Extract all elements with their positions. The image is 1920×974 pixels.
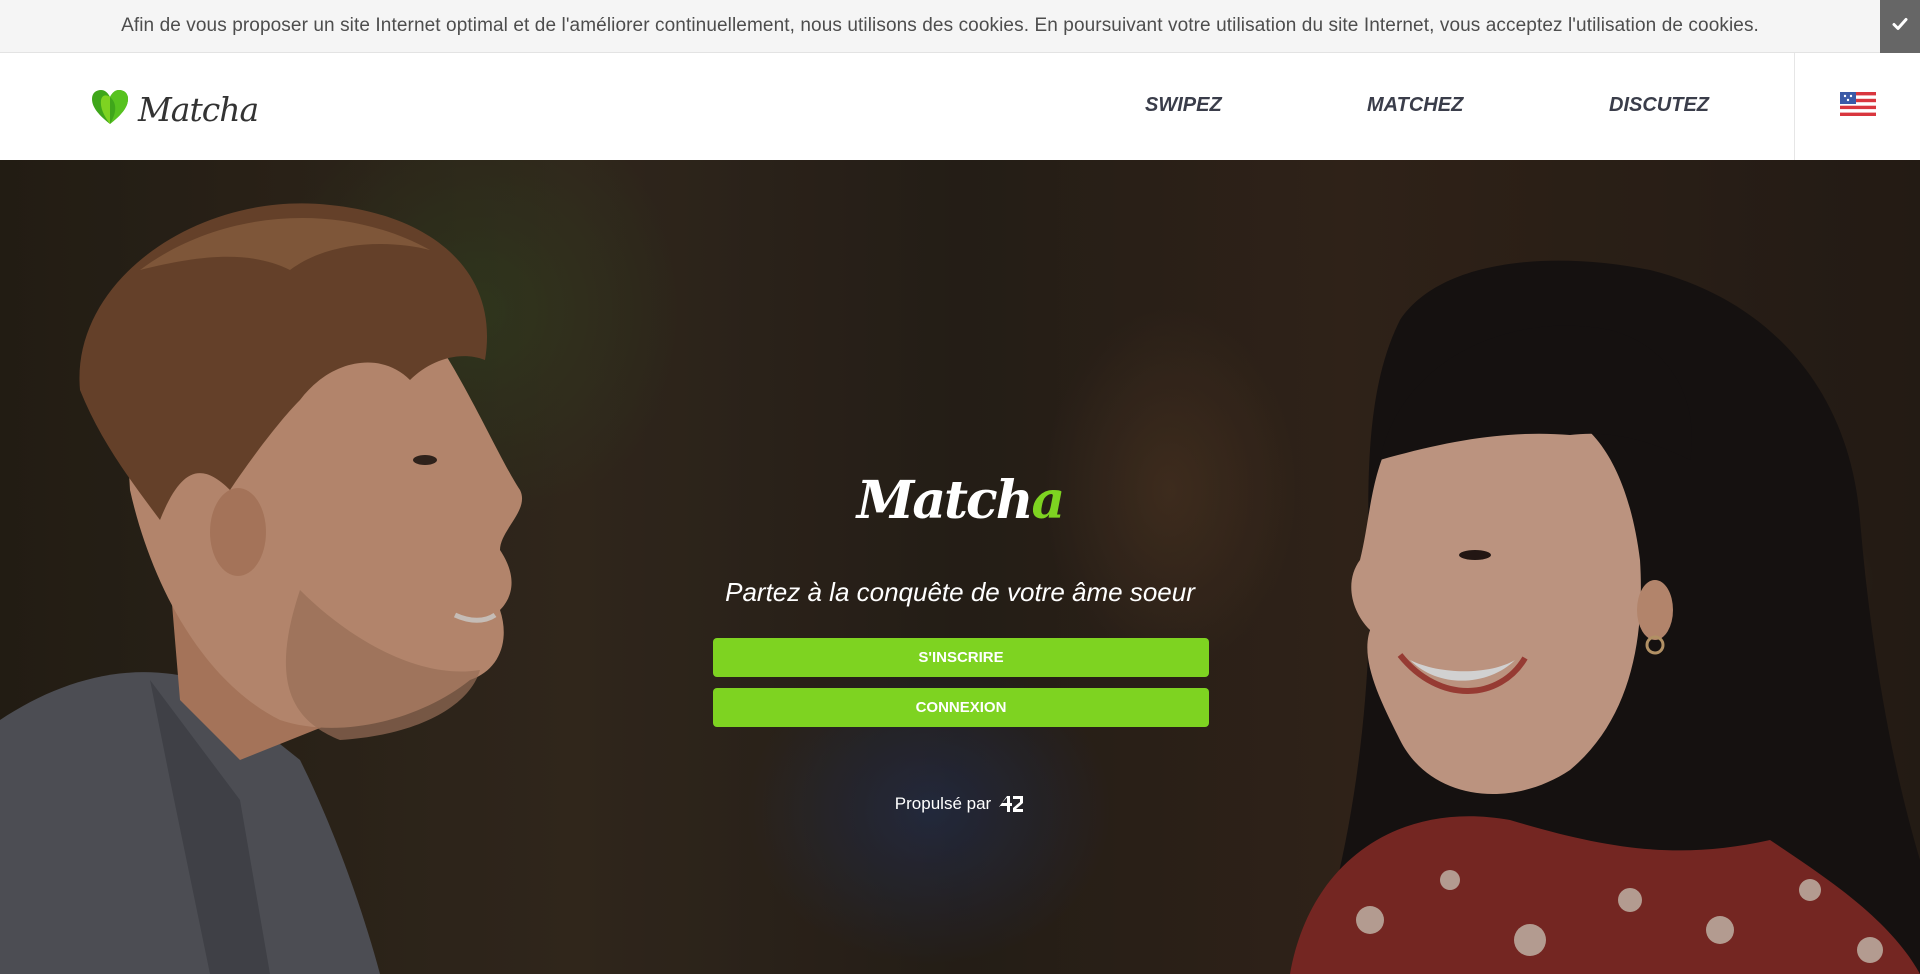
hero-logo-accent: a bbox=[1031, 470, 1066, 531]
site-header: Matcha SWIPEZ MATCHEZ DISCUTEZ bbox=[0, 53, 1920, 160]
login-button[interactable]: CONNEXION bbox=[713, 688, 1209, 727]
powered-by: Propulsé par 42 bbox=[0, 793, 1920, 815]
hero-tagline: Partez à la conquête de votre âme soeur bbox=[725, 577, 1195, 607]
green-heart-icon bbox=[90, 88, 130, 131]
hero-content: Matcha Partez à la conquête de votre âme… bbox=[0, 160, 1920, 974]
signup-button[interactable]: S'INSCRIRE bbox=[713, 638, 1209, 677]
site-logo[interactable]: Matcha bbox=[90, 88, 259, 131]
powered-by-label: Propulsé par bbox=[894, 794, 992, 813]
checkmark-icon bbox=[1892, 16, 1908, 37]
hero-logo-main: Match bbox=[856, 470, 1034, 531]
cookie-banner-text: Afin de vous proposer un site Internet o… bbox=[121, 15, 1759, 36]
logo-42-icon[interactable] bbox=[997, 793, 1025, 815]
nav-discutez[interactable]: DISCUTEZ bbox=[1609, 94, 1709, 117]
nav-matchez[interactable]: MATCHEZ bbox=[1367, 94, 1463, 117]
language-selector[interactable] bbox=[1794, 53, 1920, 160]
cookie-accept-button[interactable] bbox=[1880, 0, 1920, 53]
us-flag-icon bbox=[1839, 92, 1876, 121]
hero-logo: Matcha bbox=[0, 470, 1920, 531]
nav-swipez[interactable]: SWIPEZ bbox=[1145, 94, 1222, 117]
logo-text: Matcha bbox=[138, 90, 259, 129]
cookie-banner: Afin de vous proposer un site Internet o… bbox=[0, 0, 1920, 53]
hero-section: Matcha Partez à la conquête de votre âme… bbox=[0, 160, 1920, 974]
